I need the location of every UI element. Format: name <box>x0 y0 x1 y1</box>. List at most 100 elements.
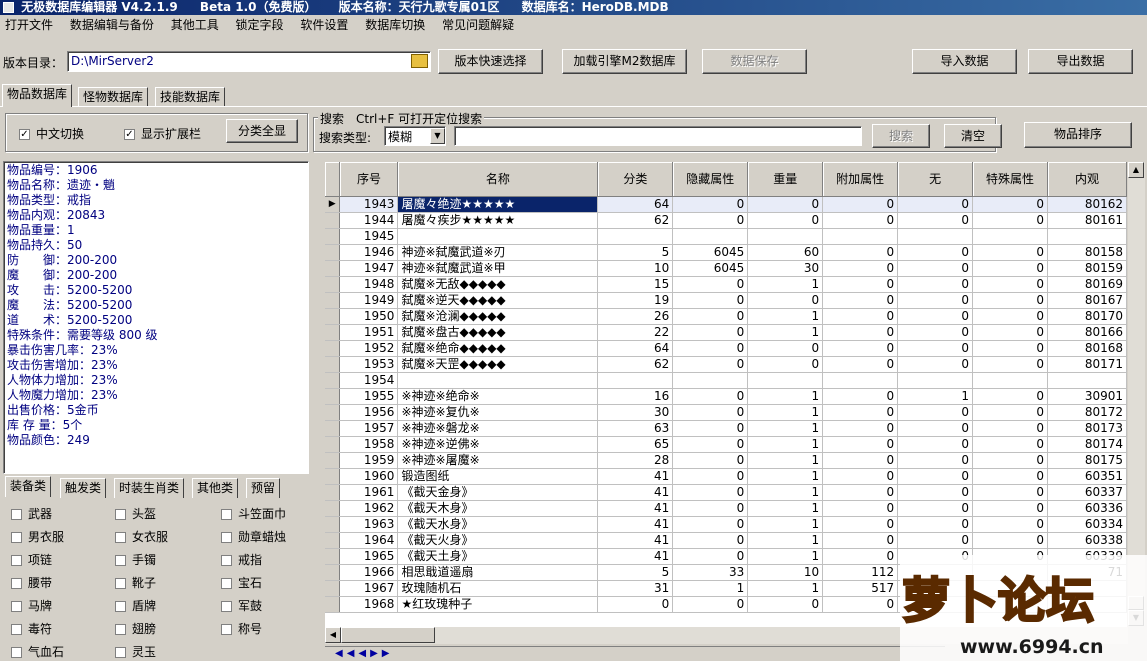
table-cell[interactable]: 80168 <box>1047 340 1127 357</box>
menu-data-edit-backup[interactable]: 数据编辑与备份 <box>65 15 162 35</box>
table-cell[interactable] <box>397 228 599 245</box>
table-cell[interactable]: 0 <box>822 196 899 213</box>
category-checkbox[interactable]: 女衣服 <box>115 528 168 545</box>
table-cell[interactable]: 80162 <box>1047 196 1127 213</box>
table-cell[interactable]: 0 <box>972 484 1048 501</box>
category-checkbox[interactable]: 翅膀 <box>115 620 156 637</box>
table-cell[interactable]: 1957 <box>339 420 399 437</box>
table-cell[interactable]: 0 <box>972 340 1048 357</box>
table-cell[interactable]: 《截天土身》 <box>397 548 599 565</box>
table-cell[interactable]: 弑魔※逆天◆◆◆◆◆ <box>397 292 599 309</box>
column-header[interactable]: 隐藏属性 <box>672 162 749 197</box>
table-cell[interactable]: 1 <box>747 532 824 549</box>
table-cell[interactable] <box>672 372 749 389</box>
table-cell[interactable]: ※神迹※屠魔※ <box>397 452 599 469</box>
row-indicator[interactable] <box>325 564 341 581</box>
table-row[interactable]: 1945 <box>325 228 1127 245</box>
table-cell[interactable] <box>672 228 749 245</box>
chinese-switch-checkbox[interactable]: ✓ 中文切换 <box>19 125 84 142</box>
table-cell[interactable]: 0 <box>672 292 749 309</box>
table-cell[interactable]: 1955 <box>339 388 399 405</box>
table-row[interactable]: 1951 弑魔※盘古◆◆◆◆◆ 22 0 1 0 0 0 80166 <box>325 324 1127 341</box>
table-cell[interactable]: ※神迹※绝命※ <box>397 388 599 405</box>
row-indicator[interactable] <box>325 468 341 485</box>
table-cell[interactable]: 《截天金身》 <box>397 484 599 501</box>
table-cell[interactable]: 0 <box>672 196 749 213</box>
table-cell[interactable]: 0 <box>972 532 1048 549</box>
row-indicator[interactable] <box>325 244 341 261</box>
table-cell[interactable]: 神迹※弑魔武道※刃 <box>397 244 599 261</box>
category-checkbox[interactable]: 头盔 <box>115 505 156 522</box>
row-indicator[interactable] <box>325 292 341 309</box>
search-type-select[interactable]: 模糊 ▼ <box>384 126 446 146</box>
table-cell[interactable]: 0 <box>822 516 899 533</box>
table-row[interactable]: 1962 《截天木身》 41 0 1 0 0 0 60336 <box>325 500 1127 517</box>
category-checkbox[interactable]: 宝石 <box>221 574 262 591</box>
table-cell[interactable]: 0 <box>897 244 974 261</box>
table-cell[interactable]: 1 <box>747 404 824 421</box>
menu-settings[interactable]: 软件设置 <box>295 15 356 35</box>
table-cell[interactable]: 41 <box>597 548 674 565</box>
table-row[interactable]: ▶ 1943 屠魔々绝迹★★★★★ 64 0 0 0 0 0 80162 <box>325 196 1127 213</box>
column-header[interactable]: 附加属性 <box>822 162 899 197</box>
table-cell[interactable]: 1964 <box>339 532 399 549</box>
table-cell[interactable]: 0 <box>972 356 1048 373</box>
table-cell[interactable]: 60337 <box>1047 484 1127 501</box>
column-header[interactable]: 分类 <box>597 162 674 197</box>
table-cell[interactable]: 16 <box>597 388 674 405</box>
category-checkbox[interactable]: 马牌 <box>11 597 52 614</box>
table-row[interactable]: 1953 弑魔※天罡◆◆◆◆◆ 62 0 0 0 0 0 80171 <box>325 356 1127 373</box>
table-cell[interactable]: 80175 <box>1047 452 1127 469</box>
table-cell[interactable]: 弑魔※天罡◆◆◆◆◆ <box>397 356 599 373</box>
table-cell[interactable]: 41 <box>597 516 674 533</box>
category-checkbox[interactable]: 斗笠面巾 <box>221 505 286 522</box>
table-cell[interactable]: 41 <box>597 500 674 517</box>
table-cell[interactable]: 0 <box>897 468 974 485</box>
table-cell[interactable]: 0 <box>897 436 974 453</box>
table-row[interactable]: 1964 《截天火身》 41 0 1 0 0 0 60338 <box>325 532 1127 549</box>
table-cell[interactable]: 0 <box>897 292 974 309</box>
table-cell[interactable]: 0 <box>897 308 974 325</box>
table-cell[interactable]: 《截天火身》 <box>397 532 599 549</box>
table-cell[interactable]: 0 <box>672 308 749 325</box>
table-cell[interactable]: 517 <box>822 580 899 597</box>
table-cell[interactable]: 玫瑰随机石 <box>397 580 599 597</box>
table-cell[interactable]: 弑魔※无敌◆◆◆◆◆ <box>397 276 599 293</box>
load-engine-db-button[interactable]: 加载引擎M2数据库 <box>562 49 687 74</box>
table-cell[interactable]: 0 <box>972 468 1048 485</box>
table-cell[interactable]: 0 <box>672 596 749 613</box>
tab-monster-db[interactable]: 怪物数据库 <box>78 87 149 107</box>
table-cell[interactable]: 0 <box>972 292 1048 309</box>
table-cell[interactable]: 神迹※弑魔武道※甲 <box>397 260 599 277</box>
show-all-categories-button[interactable]: 分类全显 <box>226 119 298 143</box>
table-cell[interactable]: 62 <box>597 212 674 229</box>
category-checkbox[interactable]: 毒符 <box>11 620 52 637</box>
table-cell[interactable]: 0 <box>822 404 899 421</box>
row-indicator[interactable] <box>325 324 341 341</box>
scroll-thumb-horizontal[interactable] <box>341 627 435 643</box>
table-cell[interactable]: 33 <box>672 564 749 581</box>
table-cell[interactable]: 0 <box>972 436 1048 453</box>
current-row-indicator-icon[interactable]: ▶ <box>325 196 341 213</box>
row-indicator[interactable] <box>325 420 341 437</box>
table-cell[interactable]: 1950 <box>339 308 399 325</box>
table-cell[interactable]: 0 <box>747 340 824 357</box>
category-checkbox[interactable]: 军鼓 <box>221 597 262 614</box>
table-cell[interactable]: 《截天水身》 <box>397 516 599 533</box>
table-row[interactable]: 1947 神迹※弑魔武道※甲 10 6045 30 0 0 0 80159 <box>325 260 1127 277</box>
table-cell[interactable]: 0 <box>897 484 974 501</box>
table-cell[interactable]: 1963 <box>339 516 399 533</box>
menu-db-switch[interactable]: 数据库切换 <box>360 15 433 35</box>
table-cell[interactable]: 41 <box>597 468 674 485</box>
table-row[interactable]: 1949 弑魔※逆天◆◆◆◆◆ 19 0 0 0 0 0 80167 <box>325 292 1127 309</box>
table-cell[interactable]: 80171 <box>1047 356 1127 373</box>
version-dir-input[interactable]: D:\MirServer2 <box>67 51 431 72</box>
category-checkbox[interactable]: 靴子 <box>115 574 156 591</box>
category-checkbox[interactable]: 戒指 <box>221 551 262 568</box>
table-cell[interactable]: 1 <box>747 484 824 501</box>
table-cell[interactable]: 0 <box>822 292 899 309</box>
table-cell[interactable]: 0 <box>972 308 1048 325</box>
table-cell[interactable]: 弑魔※盘古◆◆◆◆◆ <box>397 324 599 341</box>
table-cell[interactable]: 6045 <box>672 260 749 277</box>
table-cell[interactable]: 0 <box>747 292 824 309</box>
